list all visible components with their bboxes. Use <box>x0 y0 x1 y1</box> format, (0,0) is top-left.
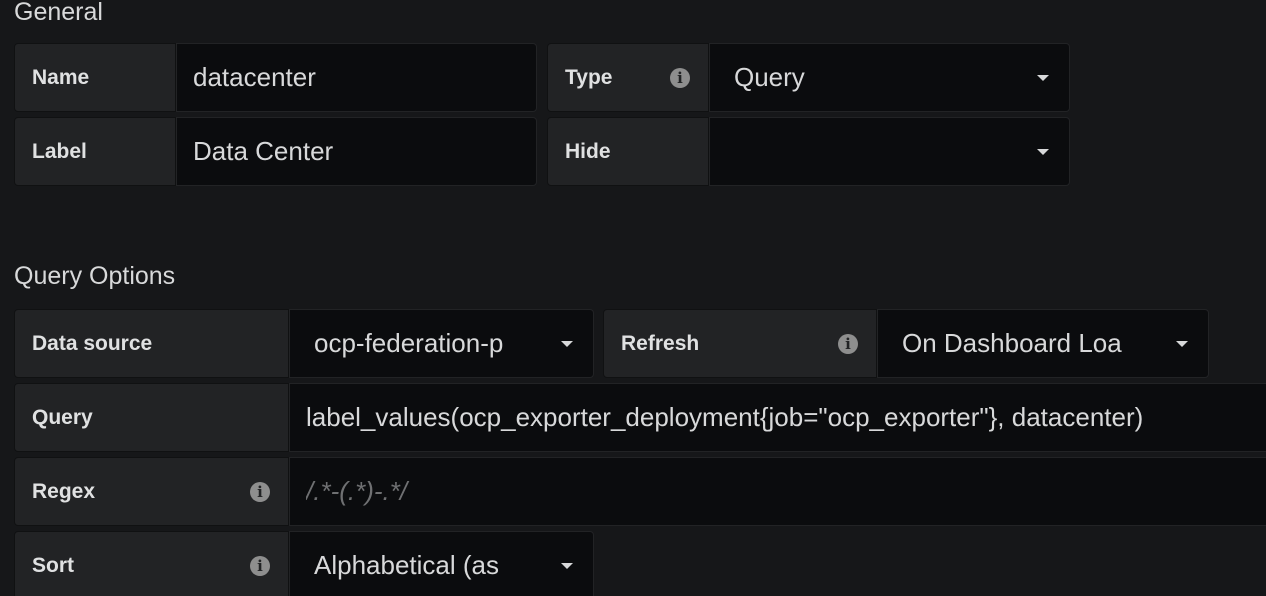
refresh-label: Refresh i <box>603 309 877 378</box>
regex-label-text: Regex <box>32 479 96 503</box>
caret-down-icon <box>1176 340 1188 347</box>
query-options-section-title: Query Options <box>14 262 176 290</box>
datasource-select-value: ocp-federation-p <box>314 328 504 358</box>
query-label: Query <box>14 383 289 452</box>
variable-editor: General Name datacenter Type i Query Lab… <box>0 0 1266 596</box>
label-input[interactable]: Data Center <box>176 117 537 186</box>
info-icon[interactable]: i <box>838 333 858 354</box>
hide-label-text: Hide <box>565 139 611 163</box>
type-select[interactable]: Query <box>709 43 1070 112</box>
label-label: Label <box>14 117 176 186</box>
regex-input-placeholder: /.*-(.*)-.*/ <box>306 476 408 506</box>
type-label-text: Type <box>565 65 613 89</box>
sort-label-text: Sort <box>32 553 74 577</box>
sort-label: Sort i <box>14 531 289 596</box>
name-input[interactable]: datacenter <box>176 43 537 112</box>
caret-down-icon <box>1037 148 1049 155</box>
name-label: Name <box>14 43 176 112</box>
sort-select[interactable]: Alphabetical (as <box>289 531 594 596</box>
caret-down-icon <box>561 340 573 347</box>
query-input[interactable]: label_values(ocp_exporter_deployment{job… <box>289 383 1266 452</box>
hide-select[interactable] <box>709 117 1070 186</box>
query-label-text: Query <box>32 405 93 429</box>
query-input-value: label_values(ocp_exporter_deployment{job… <box>306 402 1144 432</box>
type-label: Type i <box>547 43 709 112</box>
datasource-select[interactable]: ocp-federation-p <box>289 309 594 378</box>
label-label-text: Label <box>32 139 87 163</box>
regex-label: Regex i <box>14 457 289 526</box>
name-input-value: datacenter <box>193 62 316 92</box>
caret-down-icon <box>561 562 573 569</box>
refresh-select-value: On Dashboard Loa <box>902 328 1122 358</box>
general-section-title: General <box>14 0 103 26</box>
info-icon[interactable]: i <box>670 67 690 88</box>
type-select-value: Query <box>734 62 805 92</box>
name-label-text: Name <box>32 65 90 89</box>
refresh-select[interactable]: On Dashboard Loa <box>877 309 1209 378</box>
datasource-label-text: Data source <box>32 331 153 355</box>
regex-input[interactable]: /.*-(.*)-.*/ <box>289 457 1266 526</box>
datasource-label: Data source <box>14 309 289 378</box>
caret-down-icon <box>1037 74 1049 81</box>
info-icon[interactable]: i <box>250 555 270 576</box>
hide-label: Hide <box>547 117 709 186</box>
refresh-label-text: Refresh <box>621 331 700 355</box>
label-input-value: Data Center <box>193 136 334 166</box>
info-icon[interactable]: i <box>250 481 270 502</box>
sort-select-value: Alphabetical (as <box>314 550 499 580</box>
